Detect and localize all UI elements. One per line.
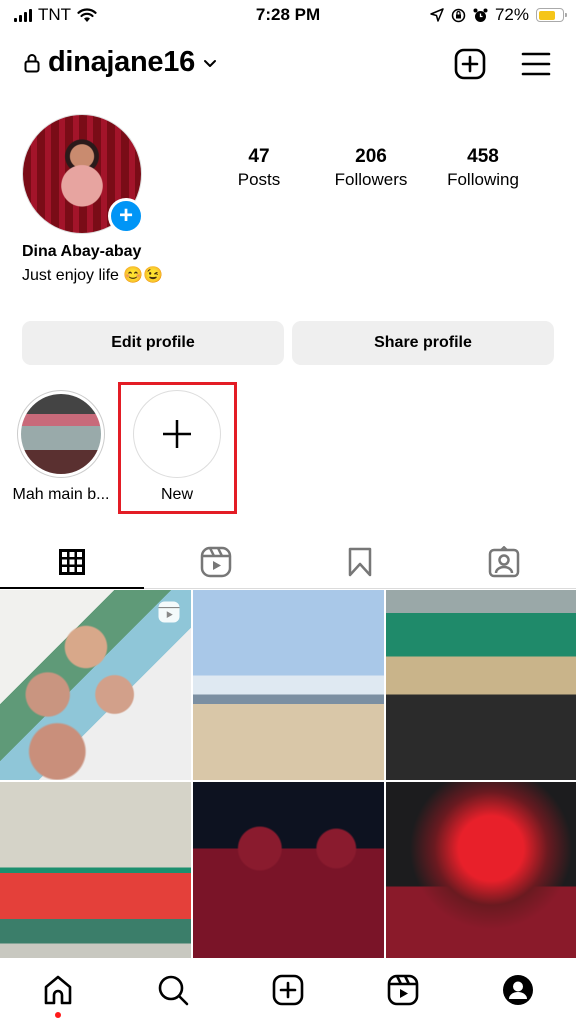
post-thumbnail[interactable] [0,590,191,780]
stat-value: 458 [467,146,499,167]
full-name: Dina Abay-abay [22,243,142,260]
create-icon [454,48,486,80]
tagged-icon [488,545,520,577]
menu-icon [521,52,551,76]
profile-header: dinajane16 [0,40,576,90]
battery-percent: 72% [494,5,529,24]
stat-following[interactable]: 458 Following [424,146,542,190]
tab-posts[interactable] [0,535,144,589]
stat-value: 206 [355,146,387,167]
plus-icon: + [118,202,133,229]
reels-icon [387,974,419,1006]
profile-actions: Edit profile Share profile [22,321,554,365]
highlight-cover [21,394,101,474]
alarm-icon [473,8,488,22]
post-thumbnail[interactable] [386,782,576,972]
tab-saved[interactable] [288,535,432,588]
status-bar: TNT 7:28 PM 72% [0,0,576,30]
nav-reels[interactable] [346,958,461,1024]
stat-label: Followers [334,170,408,189]
add-story-button[interactable]: + [108,198,144,234]
profile-icon [503,975,534,1005]
highlight-label: New [160,486,193,503]
profile-avatar[interactable]: + [22,114,144,234]
share-profile-button[interactable]: Share profile [292,321,554,365]
home-icon [44,975,71,1005]
highlight-item[interactable]: Mah main b... [12,390,110,504]
username: dinajane16 [48,46,195,78]
notification-dot [54,1012,61,1018]
bookmark-icon [348,547,372,576]
plus-icon [163,420,191,448]
stat-value: 47 [248,146,270,167]
highlight-label: Mah main b... [12,486,110,503]
lock-icon [24,53,40,72]
post-thumbnail[interactable] [193,590,384,780]
reel-badge-icon [158,601,180,623]
grid-icon [59,548,85,575]
tab-tagged[interactable] [432,535,576,588]
nav-home[interactable] [0,958,115,1024]
menu-button[interactable] [518,46,554,82]
post-grid [0,590,576,972]
nav-search[interactable] [115,958,230,1024]
profile-stats: 47 Posts 206 Followers 458 Following [200,146,570,190]
stat-posts[interactable]: 47 Posts [200,146,318,190]
tab-reels[interactable] [144,535,288,588]
stat-followers[interactable]: 206 Followers [318,146,424,190]
nav-profile[interactable] [461,958,576,1024]
stat-label: Following [447,170,519,189]
battery-icon [536,8,567,22]
profile-tabs [0,535,576,589]
orientation-lock-icon [451,8,466,22]
new-highlight-button[interactable]: New [128,390,226,504]
reels-icon [200,546,232,577]
nav-create[interactable] [230,958,345,1024]
edit-profile-button[interactable]: Edit profile [22,321,284,365]
create-button[interactable] [452,46,488,82]
bottom-navigation [0,958,576,1024]
location-icon [430,8,444,22]
search-icon [158,975,189,1006]
stat-label: Posts [237,170,281,189]
bio: Just enjoy life 😊😉 [22,267,164,284]
create-icon [272,974,304,1006]
chevron-down-icon [203,59,216,67]
post-thumbnail[interactable] [193,782,384,972]
post-thumbnail[interactable] [0,782,191,972]
post-thumbnail[interactable] [386,590,576,780]
story-highlights: Mah main b... New [12,390,226,504]
account-switcher[interactable]: dinajane16 [24,46,217,79]
